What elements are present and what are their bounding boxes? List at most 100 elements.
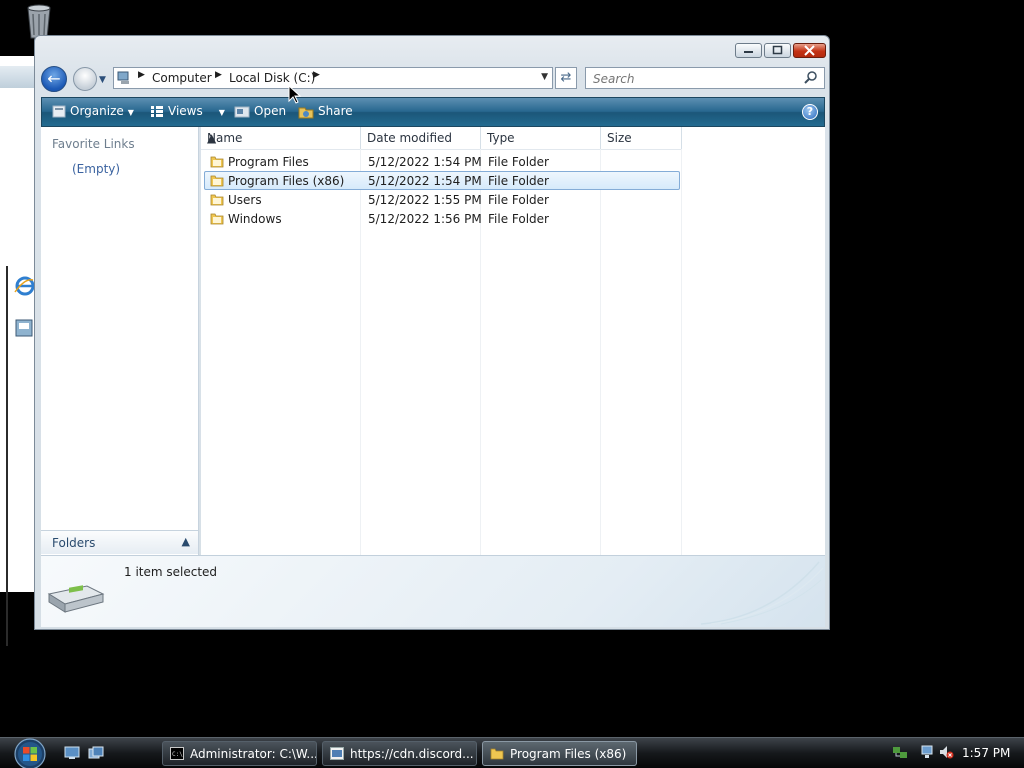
file-type: File Folder	[488, 174, 549, 188]
search-input[interactable]	[591, 69, 795, 89]
column-header-type[interactable]: Type	[481, 127, 601, 149]
views-dropdown-icon: ▼	[218, 108, 225, 117]
sort-ascending-icon: ▲	[207, 131, 217, 145]
navigation-pane: Favorite Links (Empty)	[41, 127, 199, 555]
computer-icon	[117, 71, 129, 84]
share-button[interactable]: Share	[298, 104, 353, 119]
decorative-swoosh	[701, 561, 824, 625]
start-button[interactable]	[10, 737, 50, 768]
recent-pages-dropdown-icon[interactable]: ▼	[99, 75, 106, 85]
file-date: 5/12/2022 1:56 PM	[368, 212, 482, 226]
breadcrumb-computer[interactable]: Computer	[152, 71, 212, 85]
file-name: Program Files	[228, 155, 309, 169]
minimize-button[interactable]	[735, 43, 762, 58]
hard-drive-icon	[47, 585, 105, 613]
column-header-type-label: Type	[487, 131, 515, 145]
folder-icon	[210, 194, 224, 206]
back-button[interactable]: ←	[41, 66, 67, 92]
app-icon[interactable]	[12, 314, 34, 342]
table-row[interactable]: Windows 5/12/2022 1:56 PM File Folder	[204, 209, 680, 228]
breadcrumb-local-disk[interactable]: Local Disk (C:)	[229, 71, 315, 85]
views-label: Views	[168, 104, 203, 118]
svg-text:C:\: C:\	[172, 751, 183, 758]
folders-toggle[interactable]: Folders ▲	[41, 530, 199, 554]
file-list[interactable]: Name ▲ Date modified Type Size Program Fi…	[201, 127, 825, 555]
cmd-icon: C:\	[170, 747, 184, 760]
maximize-icon	[772, 45, 783, 55]
share-label: Share	[318, 104, 353, 118]
folder-icon	[210, 156, 224, 168]
taskbar-button-label: https://cdn.discord...	[350, 747, 474, 761]
header-divider	[201, 149, 681, 150]
open-label: Open	[254, 104, 287, 118]
open-button[interactable]: Open	[234, 104, 286, 118]
table-row[interactable]: Users 5/12/2022 1:55 PM File Folder	[204, 190, 680, 209]
breadcrumb-separator-icon[interactable]: ▶	[138, 70, 145, 80]
taskbar-button-cmd[interactable]: C:\ Administrator: C:\W...	[162, 741, 317, 766]
switch-windows-icon[interactable]	[88, 746, 104, 760]
help-button[interactable]: ?	[802, 104, 818, 120]
taskbar-button-explorer[interactable]: Program Files (x86)	[482, 741, 637, 766]
taskbar: C:\ Administrator: C:\W... https://cdn.d…	[0, 737, 1024, 768]
address-bar[interactable]: ▶ Computer ▶ Local Disk (C:) ▶ ▼	[113, 67, 553, 89]
taskbar-button-browser[interactable]: https://cdn.discord...	[322, 741, 477, 766]
forward-button[interactable]	[73, 67, 97, 91]
close-button[interactable]	[793, 43, 826, 58]
breadcrumb-separator-icon[interactable]: ▶	[215, 70, 222, 80]
close-icon	[804, 45, 815, 56]
file-name: Users	[228, 193, 262, 207]
file-name: Windows	[228, 212, 282, 226]
views-icon	[151, 106, 163, 117]
column-header-size[interactable]: Size	[601, 127, 682, 149]
address-dropdown-icon[interactable]: ▼	[541, 72, 548, 82]
back-arrow-icon: ←	[47, 69, 61, 88]
background-window-titlebar	[0, 66, 34, 88]
mouse-cursor-icon	[288, 85, 302, 104]
breadcrumb-separator-icon[interactable]: ▶	[313, 70, 320, 80]
background-window[interactable]	[0, 56, 37, 646]
folders-label: Folders	[52, 536, 96, 550]
chevron-up-icon: ▲	[181, 535, 190, 548]
file-date: 5/12/2022 1:55 PM	[368, 193, 482, 207]
favorite-links-heading: Favorite Links	[52, 137, 135, 151]
column-header-size-label: Size	[607, 131, 632, 145]
taskbar-button-label: Program Files (x86)	[510, 747, 627, 761]
clock[interactable]: 1:57 PM	[962, 746, 1010, 760]
folder-icon	[210, 175, 224, 187]
organize-icon	[52, 105, 66, 118]
internet-explorer-icon[interactable]	[12, 272, 34, 300]
volume-muted-icon[interactable]	[938, 744, 954, 760]
minimize-icon	[744, 51, 753, 53]
organize-button[interactable]: Organize ▼	[52, 104, 134, 118]
column-header-date-label: Date modified	[367, 131, 453, 145]
table-row[interactable]: Program Files 5/12/2022 1:54 PM File Fol…	[204, 152, 680, 171]
folder-icon	[490, 748, 504, 760]
command-bar: Organize ▼ Views ▼ Open Share ?	[41, 97, 825, 127]
show-desktop-icon[interactable]	[64, 746, 80, 760]
taskbar-button-label: Administrator: C:\W...	[190, 747, 317, 761]
network-connection-icon[interactable]	[920, 744, 936, 760]
column-header-name[interactable]: Name ▲	[201, 127, 361, 149]
views-button[interactable]: Views ▼	[150, 104, 225, 118]
column-header-date[interactable]: Date modified	[361, 127, 481, 149]
refresh-button[interactable]: ⇄	[555, 67, 577, 89]
folder-icon	[210, 213, 224, 225]
maximize-button[interactable]	[764, 43, 791, 58]
browser-icon	[330, 747, 344, 760]
table-row-selected[interactable]: Program Files (x86) 5/12/2022 1:54 PM Fi…	[204, 171, 680, 190]
details-pane: 1 item selected	[41, 555, 825, 627]
column-divider	[681, 149, 682, 555]
file-name: Program Files (x86)	[228, 174, 345, 188]
search-icon[interactable]	[804, 70, 818, 84]
explorer-window[interactable]: ← ▼ ▶ Computer ▶ Local Disk (C:) ▶ ▼ ⇄ O…	[34, 35, 830, 630]
network-icon[interactable]	[892, 744, 908, 760]
search-box[interactable]	[585, 67, 825, 89]
open-icon	[234, 106, 250, 118]
selection-count: 1 item selected	[124, 565, 218, 579]
refresh-icon: ⇄	[560, 70, 572, 85]
share-icon	[298, 107, 314, 119]
file-type: File Folder	[488, 193, 549, 207]
file-date: 5/12/2022 1:54 PM	[368, 174, 482, 188]
file-type: File Folder	[488, 212, 549, 226]
organize-dropdown-icon: ▼	[127, 108, 134, 117]
